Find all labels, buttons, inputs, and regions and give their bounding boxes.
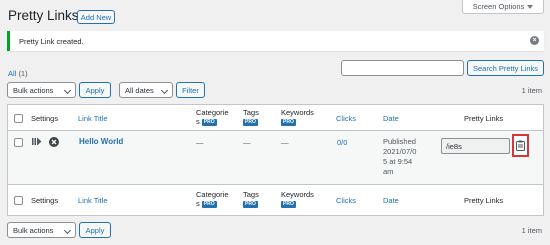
filter-button[interactable]: Filter xyxy=(176,82,205,98)
row-checkbox[interactable] xyxy=(14,138,23,147)
dates-value: All dates xyxy=(125,85,154,95)
table-header-row: Settings Link Title Categorie s PRO Tags… xyxy=(8,105,543,131)
copy-link-button[interactable] xyxy=(512,134,529,157)
row-date: Published 2021/07/0 5 at 9:54 am xyxy=(383,137,416,177)
row-title-link[interactable]: Hello World xyxy=(79,137,123,146)
column-date[interactable]: Date xyxy=(383,196,399,205)
pro-badge: PRO xyxy=(243,119,258,126)
views-filter: All (1) xyxy=(8,69,28,78)
items-count-bottom: 1 item xyxy=(521,226,542,235)
add-new-button[interactable]: Add New xyxy=(77,10,115,24)
links-table: Settings Link Title Categorie s PRO Tags… xyxy=(7,104,544,216)
column-settings: Settings xyxy=(31,114,59,123)
apply-button[interactable]: Apply xyxy=(79,82,111,98)
row-keywords: — xyxy=(281,138,289,147)
column-categories-label-end: s xyxy=(196,199,200,208)
chevron-down-icon xyxy=(63,86,72,95)
dates-select[interactable]: All dates xyxy=(119,82,173,98)
select-all-checkbox-footer[interactable] xyxy=(14,196,23,205)
page-title: Pretty Links xyxy=(8,8,79,23)
column-settings: Settings xyxy=(31,196,59,205)
clipboard-icon xyxy=(516,140,525,151)
redirect-arrow-icon[interactable] xyxy=(32,137,42,146)
column-pretty-links: Pretty Links xyxy=(464,196,504,205)
column-link-title[interactable]: Link Title xyxy=(78,114,108,123)
success-notice: Pretty Link created. × xyxy=(7,31,544,51)
caret-down-icon xyxy=(527,4,534,9)
view-all-link[interactable]: All xyxy=(8,69,16,78)
items-count: 1 item xyxy=(521,86,542,95)
pro-badge: PRO xyxy=(281,119,296,126)
column-link-title[interactable]: Link Title xyxy=(78,196,108,205)
column-pretty-links: Pretty Links xyxy=(464,114,504,123)
row-tags: — xyxy=(243,138,251,147)
bulk-actions-value: Bulk actions xyxy=(13,85,54,95)
chevron-down-icon xyxy=(63,226,72,235)
column-clicks[interactable]: Clicks xyxy=(336,114,356,123)
column-keywords-label: Keywords xyxy=(281,108,314,117)
column-tags: Tags PRO xyxy=(243,108,259,126)
search-button[interactable]: Search Pretty Links xyxy=(467,60,544,76)
column-categories-label: Categorie xyxy=(196,108,229,117)
column-categories-label: Categorie xyxy=(196,190,229,199)
bulk-actions-value: Bulk actions xyxy=(13,225,54,235)
column-categories: Categorie s PRO xyxy=(196,108,229,126)
pro-badge: PRO xyxy=(201,119,217,126)
close-circle-icon[interactable]: × xyxy=(530,36,539,45)
pro-badge: PRO xyxy=(243,201,258,208)
bulk-actions-select[interactable]: Bulk actions xyxy=(7,82,76,98)
column-categories: Categorie s PRO xyxy=(196,190,229,208)
row-date-ampm: am xyxy=(383,167,394,176)
column-date[interactable]: Date xyxy=(383,114,399,123)
pretty-link-field[interactable]: /ie8s xyxy=(441,138,510,154)
apply-button-bottom[interactable]: Apply xyxy=(79,222,111,238)
table-row: Hello World — — — 0/0 Published 2021/07/… xyxy=(8,131,543,185)
column-tags-label: Tags xyxy=(243,190,259,199)
column-keywords: Keywords PRO xyxy=(281,108,314,126)
pretty-link-value: /ie8s xyxy=(446,141,462,151)
pro-badge: PRO xyxy=(201,201,217,208)
row-date-status: Published xyxy=(383,137,416,146)
bulk-actions-select-bottom[interactable]: Bulk actions xyxy=(7,222,76,238)
column-keywords-label: Keywords xyxy=(281,190,314,199)
circle-x-icon[interactable] xyxy=(49,136,59,147)
search-input[interactable] xyxy=(341,60,464,76)
row-date-value: 2021/07/0 xyxy=(383,147,417,156)
screen-options-button[interactable]: Screen Options xyxy=(462,0,544,14)
column-clicks[interactable]: Clicks xyxy=(336,196,356,205)
column-tags-label: Tags xyxy=(243,108,259,117)
screen-options-label: Screen Options xyxy=(472,2,525,11)
view-all-count: (1) xyxy=(18,69,28,78)
pro-badge: PRO xyxy=(281,201,296,208)
chevron-down-icon xyxy=(160,86,169,95)
notice-message: Pretty Link created. xyxy=(19,37,84,46)
table-footer-row: Settings Link Title Categorie s PRO Tags… xyxy=(8,185,543,215)
column-tags: Tags PRO xyxy=(243,190,259,208)
column-keywords: Keywords PRO xyxy=(281,190,314,208)
column-categories-label-end: s xyxy=(196,117,200,126)
select-all-checkbox[interactable] xyxy=(14,114,23,123)
row-clicks[interactable]: 0/0 xyxy=(337,138,347,147)
row-date-time: 5 at 9:54 xyxy=(383,157,413,166)
row-categories: — xyxy=(196,138,204,147)
